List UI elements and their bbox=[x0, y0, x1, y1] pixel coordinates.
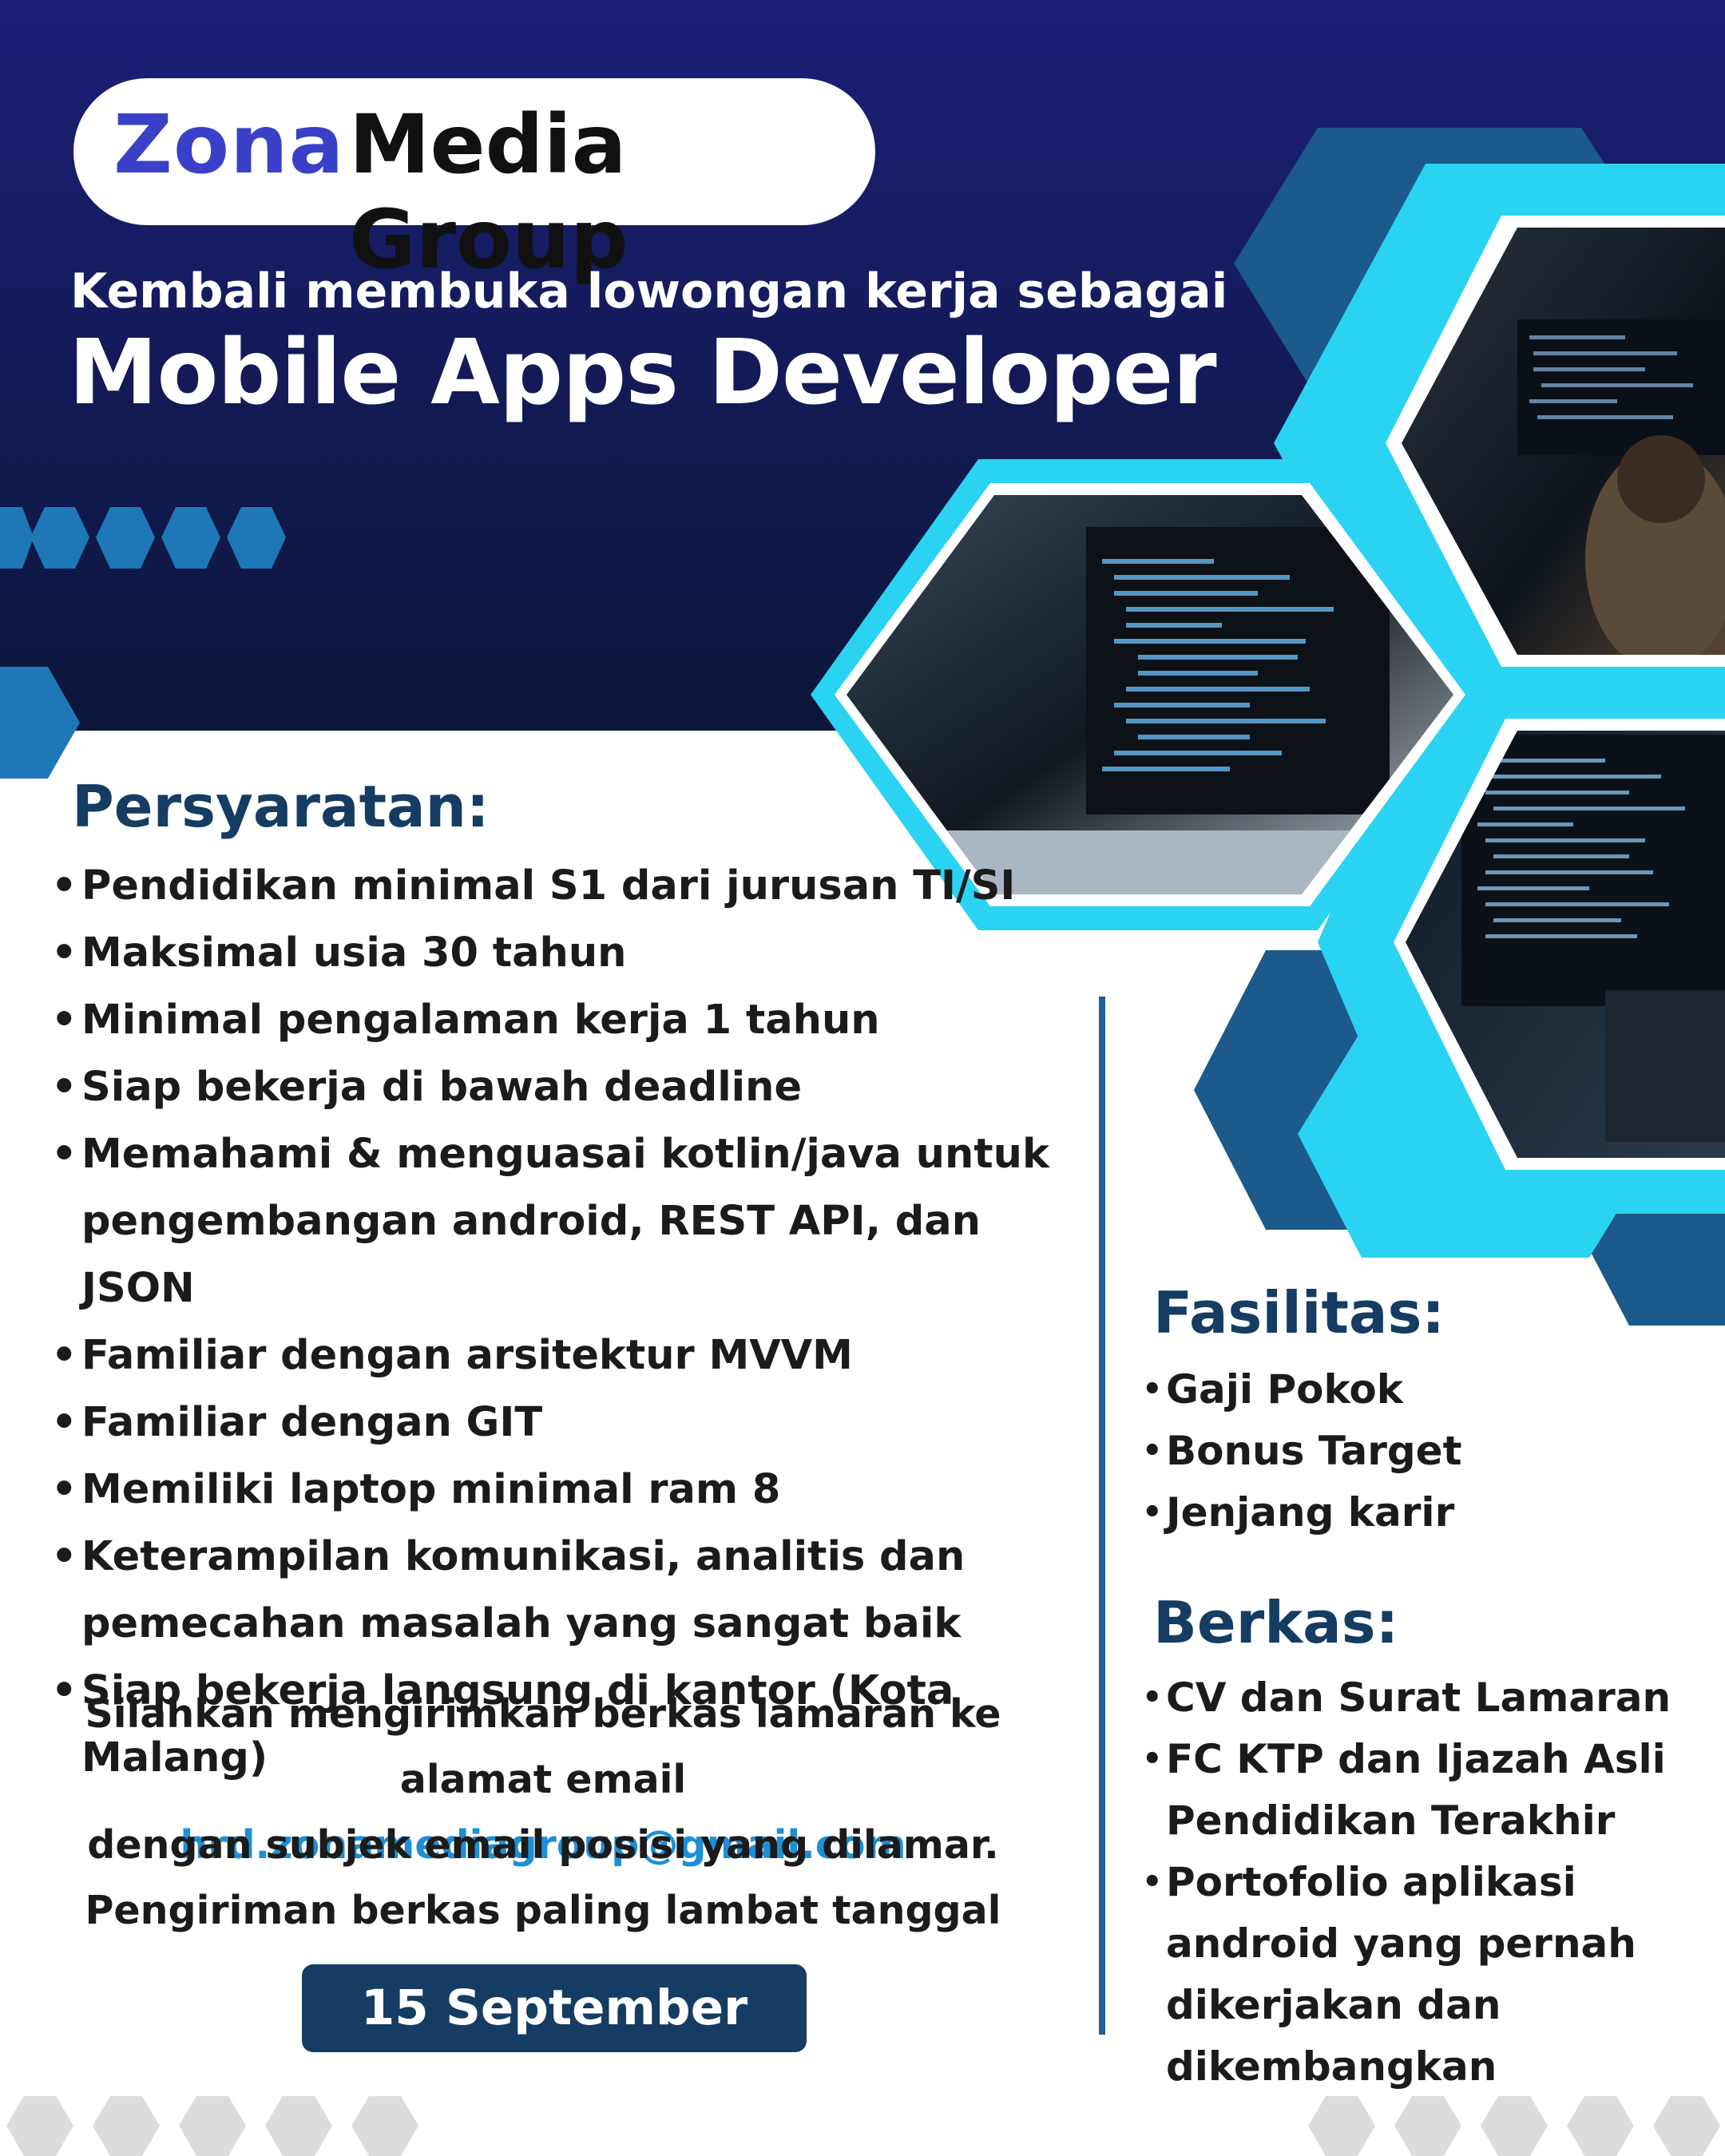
list-item: Memahami & menguasai kotlin/java untuk p… bbox=[50, 1121, 1104, 1322]
requirements-heading: Persyaratan: bbox=[72, 773, 490, 840]
instruction-line: Pengiriman berkas paling lambat tanggal bbox=[85, 1888, 1001, 1933]
documents-heading: Berkas: bbox=[1153, 1589, 1399, 1656]
list-item: Keterampilan komunikasi, analitis dan pe… bbox=[50, 1524, 1104, 1658]
list-item: Jenjang karir bbox=[1140, 1482, 1715, 1544]
hexagon-row-icon bbox=[0, 507, 286, 569]
requirements-list: Pendidikan minimal S1 dari jurusan TI/SI… bbox=[50, 853, 1104, 1792]
list-item: Bonus Target bbox=[1140, 1421, 1715, 1482]
intro-text: Kembali membuka lowongan kerja sebagai bbox=[70, 264, 1228, 319]
job-title: Mobile Apps Developer bbox=[69, 321, 1217, 425]
list-item: Familiar dengan GIT bbox=[50, 1389, 1104, 1456]
list-item: Memiliki laptop minimal ram 8 bbox=[50, 1456, 1104, 1524]
instruction-line: Silahkan mengirimkan berkas lamaran ke bbox=[85, 1691, 1001, 1737]
instruction-line: dengan subjek email posisi yang dilamar. bbox=[87, 1822, 999, 1868]
list-item: Siap bekerja di bawah deadline bbox=[50, 1054, 1104, 1121]
facilities-list: Gaji Pokok Bonus Target Jenjang karir bbox=[1140, 1359, 1715, 1544]
list-item: Minimal pengalaman kerja 1 tahun bbox=[50, 987, 1104, 1054]
list-item: Portofolio aplikasi android yang pernah … bbox=[1140, 1852, 1715, 2098]
facilities-heading: Fasilitas: bbox=[1153, 1279, 1445, 1346]
email-prefix: alamat email bbox=[399, 1757, 687, 1802]
list-item: Familiar dengan arsitektur MVVM bbox=[50, 1322, 1104, 1389]
list-item: FC KTP dan Ijazah Asli Pendidikan Terakh… bbox=[1140, 1729, 1715, 1852]
instruction-line: alamat email hrd.zonamediagroup@gmail.co… bbox=[32, 1747, 1054, 1868]
list-item: CV dan Surat Lamaran bbox=[1140, 1667, 1715, 1729]
list-item: Pendidikan minimal S1 dari jurusan TI/SI bbox=[50, 853, 1104, 920]
logo: Zona Media Group bbox=[73, 78, 875, 287]
poster: Zona Media Group Kembali membuka lowonga… bbox=[0, 0, 1725, 2156]
list-item: Maksimal usia 30 tahun bbox=[50, 920, 1104, 987]
bottom-hexagons-icon bbox=[6, 2096, 1720, 2156]
column-divider bbox=[1099, 997, 1105, 2035]
deadline-badge: 15 September 2023 bbox=[302, 1964, 807, 2124]
list-item: Gaji Pokok bbox=[1140, 1359, 1715, 1421]
logo-word-zona: Zona bbox=[113, 97, 345, 192]
documents-list: CV dan Surat Lamaran FC KTP dan Ijazah A… bbox=[1140, 1667, 1715, 2098]
logo-word-media-group: Media Group bbox=[349, 97, 629, 287]
application-instructions: Silahkan mengirimkan berkas lamaran ke a… bbox=[32, 1682, 1054, 1944]
